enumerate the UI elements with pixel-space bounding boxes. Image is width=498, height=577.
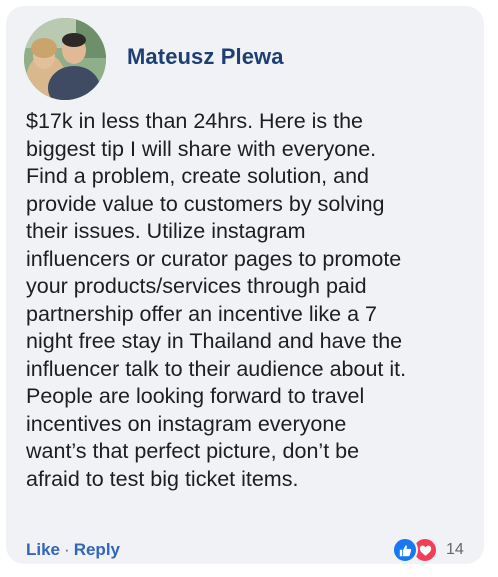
comment-text: $17k in less than 24hrs. Here is the big… [26,108,486,493]
comment-line: your products/services through paid [26,274,367,298]
action-separator: · [64,540,70,559]
comment-actions: Like · Reply [26,540,120,560]
like-icon [392,537,418,563]
comment-line: their issues. Utilize instagram [26,219,306,243]
comment-line: provide value to customers by solving [26,191,385,216]
avatar[interactable] [24,18,106,100]
author-name[interactable]: Mateusz Plewa [127,44,284,70]
comment-line: $17k in less than 24hrs. Here is the [26,109,364,133]
comment-line: want’s that perfect picture, don’t be [26,439,360,463]
reply-link[interactable]: Reply [74,540,120,559]
reaction-summary[interactable]: 14 [392,537,464,563]
comment-line: influencer talk to their audience about … [26,356,407,381]
comment-line: partnership offer an incentive like a 7 [26,301,377,326]
avatar-photo-icon [24,18,106,100]
comment-card: Mateusz Plewa $17k in less than 24hrs. H… [6,6,484,564]
reaction-count: 14 [446,541,464,558]
comment-line: afraid to test big ticket items. [26,466,299,491]
like-link[interactable]: Like [26,540,60,559]
comment-line: night free stay in Thailand and have the [26,329,403,353]
comment-line: Find a problem, create solution, and [26,164,370,188]
comment-line: People are looking forward to travel [26,384,365,408]
comment-line: influencers or curator pages to promote [26,246,402,271]
comment-line: biggest tip I will share with everyone. [26,136,377,161]
comment-line: incentives on instagram everyone [26,411,347,436]
